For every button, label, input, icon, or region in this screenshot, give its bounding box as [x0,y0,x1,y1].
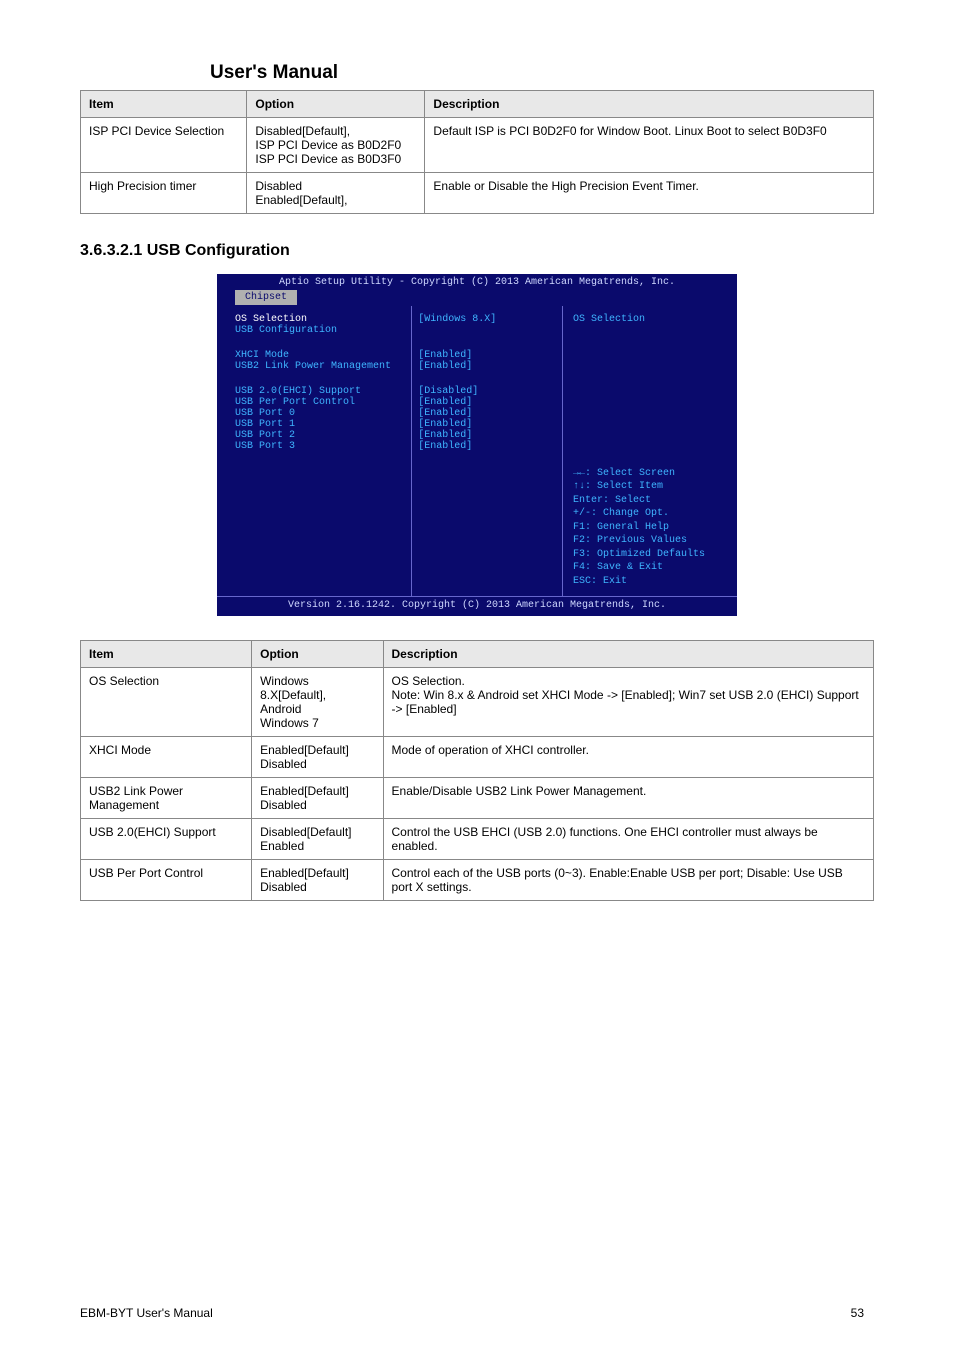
bios-val: [Enabled] [418,350,472,361]
cell-option: Disabled Enabled[Default], [247,173,425,214]
table-row: USB2 Link Power Management Enabled[Defau… [81,778,874,819]
opt: Enabled[Default] [260,743,374,757]
bios-val: [Disabled] [418,386,478,397]
opt: Android [260,702,374,716]
cell-desc: Enable or Disable the High Precision Eve… [425,173,874,214]
bios-key: ↑↓: Select Item [573,480,727,494]
cell-desc: Control each of the USB ports (0~3). Ena… [383,860,873,901]
cell-option: Enabled[Default] Disabled [252,737,383,778]
table-row: ISP PCI Device Selection Disabled[Defaul… [81,118,874,173]
cell-item: USB2 Link Power Management [81,778,252,819]
opt: Enabled[Default], [255,193,416,207]
bios-item-port3: USB Port 3 [235,441,405,452]
page-number: 53 [851,1306,864,1320]
bios-val [418,325,424,336]
bios-keys: →←: Select Screen ↑↓: Select Item Enter:… [573,467,727,589]
bios-screenshot: Aptio Setup Utility - Copyright (C) 2013… [217,274,737,616]
bios-val: [Enabled] [418,430,472,441]
bios-key: →←: Select Screen [573,467,727,481]
opt: Disabled[Default], [255,124,416,138]
cell-desc: Control the USB EHCI (USB 2.0) functions… [383,819,873,860]
th-desc: Description [425,91,874,118]
bios-item-xhci: XHCI Mode [235,350,405,361]
cell-desc: Default ISP is PCI B0D2F0 for Window Boo… [425,118,874,173]
bios-item-port1: USB Port 1 [235,419,405,430]
table-row: USB Per Port Control Enabled[Default] Di… [81,860,874,901]
opt: Disabled [255,179,416,193]
bios-item-port2: USB Port 2 [235,430,405,441]
bios-val: [Enabled] [418,397,472,408]
opt: Enabled[Default] [260,866,374,880]
opt: Enabled[Default] [260,784,374,798]
cell-item: USB Per Port Control [81,860,252,901]
bios-title: Aptio Setup Utility - Copyright (C) 2013… [217,274,737,288]
th-desc: Description [383,641,873,668]
cell-item: ISP PCI Device Selection [81,118,247,173]
bios-key: F4: Save & Exit [573,561,727,575]
bios-key: F2: Previous Values [573,534,727,548]
opt: Windows 8.X[Default], [260,674,374,702]
cell-item: XHCI Mode [81,737,252,778]
bios-mid-col: [Windows 8.X] [Enabled] [Enabled] [Disab… [412,306,562,596]
opt: Disabled[Default] [260,825,374,839]
opt: Disabled [260,798,374,812]
bios-footer: Version 2.16.1242. Copyright (C) 2013 Am… [217,596,737,616]
bios-val: [Enabled] [418,361,472,372]
footer-doc-label: EBM-BYT User's Manual [80,1306,213,1320]
th-item: Item [81,641,252,668]
bios-item-port0: USB Port 0 [235,408,405,419]
cell-desc: OS Selection. Note: Win 8.x & Android se… [383,668,873,737]
opt: Windows 7 [260,716,374,730]
table-row: XHCI Mode Enabled[Default] Disabled Mode… [81,737,874,778]
page-title: User's Manual [210,62,874,84]
cell-option: Enabled[Default] Disabled [252,860,383,901]
th-option: Option [252,641,383,668]
cell-desc: Mode of operation of XHCI controller. [383,737,873,778]
section-heading: 3.6.3.2.1 USB Configuration [80,242,874,260]
cell-item: USB 2.0(EHCI) Support [81,819,252,860]
bios-key: +/-: Change Opt. [573,507,727,521]
cell-option: Enabled[Default] Disabled [252,778,383,819]
cell-option: Disabled[Default], ISP PCI Device as B0D… [247,118,425,173]
th-item: Item [81,91,247,118]
table-row: OS Selection Windows 8.X[Default], Andro… [81,668,874,737]
bios-item-usb-config: USB Configuration [235,325,405,336]
cell-option: Disabled[Default] Enabled [252,819,383,860]
bios-key: F1: General Help [573,521,727,535]
opt: ISP PCI Device as B0D2F0 [255,138,416,152]
bios-tab-chipset: Chipset [235,290,297,305]
bios-item-perport: USB Per Port Control [235,397,405,408]
bottom-table: Item Option Description OS Selection Win… [80,640,874,901]
bios-val: [Enabled] [418,419,472,430]
cell-option: Windows 8.X[Default], Android Windows 7 [252,668,383,737]
bios-key: F3: Optimized Defaults [573,548,727,562]
bios-item-os-selection: OS Selection [235,314,405,325]
bios-item-usb2-lpm: USB2 Link Power Management [235,361,405,372]
opt: Disabled [260,757,374,771]
bios-val: [Enabled] [418,441,472,452]
bios-tabbar: Chipset [217,288,737,306]
bios-key: ESC: Exit [573,575,727,589]
th-option: Option [247,91,425,118]
bios-item-ehci: USB 2.0(EHCI) Support [235,386,405,397]
bios-val: [Enabled] [418,408,472,419]
bios-val: [Windows 8.X] [418,314,496,325]
cell-item: OS Selection [81,668,252,737]
bios-left-col: OS Selection USB Configuration XHCI Mode… [217,306,412,596]
cell-desc: Enable/Disable USB2 Link Power Managemen… [383,778,873,819]
opt: Disabled [260,880,374,894]
bios-right-col: OS Selection →←: Select Screen ↑↓: Selec… [562,306,737,596]
cell-item: High Precision timer [81,173,247,214]
bios-key: Enter: Select [573,494,727,508]
top-table: Item Option Description ISP PCI Device S… [80,90,874,214]
opt: ISP PCI Device as B0D3F0 [255,152,416,166]
table-row: High Precision timer Disabled Enabled[De… [81,173,874,214]
bios-help-title: OS Selection [573,314,727,325]
table-row: USB 2.0(EHCI) Support Disabled[Default] … [81,819,874,860]
opt: Enabled [260,839,374,853]
